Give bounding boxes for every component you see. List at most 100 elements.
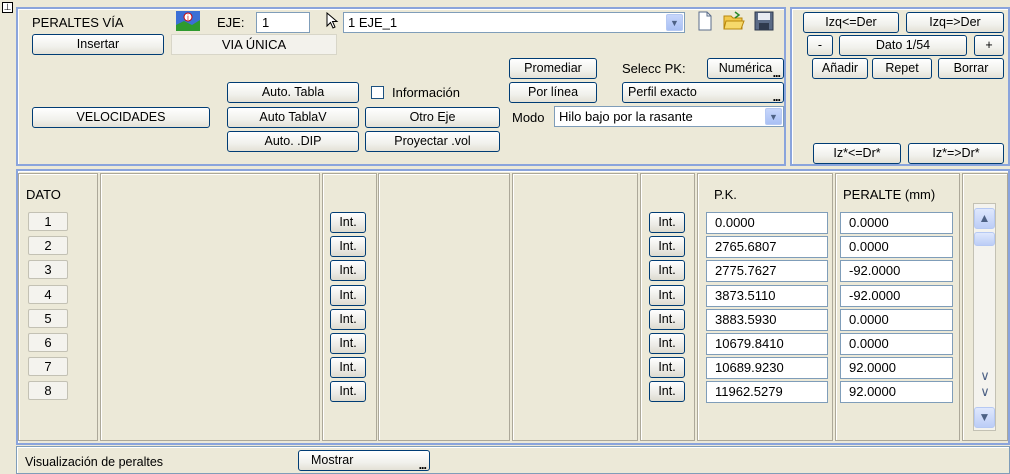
int-button[interactable]: Int. bbox=[649, 381, 685, 402]
scroll-down-button[interactable]: ▼ bbox=[974, 407, 995, 428]
peralte-cell[interactable]: 92.0000 bbox=[840, 357, 953, 379]
eje-select[interactable]: 1 EJE_1 ▼ bbox=[343, 12, 685, 33]
int-button[interactable]: Int. bbox=[330, 357, 366, 378]
pk-header: P.K. bbox=[714, 187, 737, 202]
scroll-up-button[interactable]: ▲ bbox=[974, 208, 995, 229]
peralte-cell[interactable]: 92.0000 bbox=[840, 381, 953, 403]
minus-button[interactable]: - bbox=[807, 35, 833, 56]
otro-eje-button[interactable]: Otro Eje bbox=[365, 107, 500, 128]
int-button[interactable]: Int. bbox=[330, 381, 366, 402]
row-number: 4 bbox=[28, 285, 68, 304]
repet-button[interactable]: Repet bbox=[872, 58, 932, 79]
pk-cell[interactable]: 2765.6807 bbox=[706, 236, 828, 258]
pk-cell[interactable]: 10689.9230 bbox=[706, 357, 828, 379]
iz-dr-left-button[interactable]: Iz*<=Dr* bbox=[813, 143, 901, 164]
open-folder-icon[interactable] bbox=[723, 11, 745, 31]
ellipsis-icon: ... bbox=[418, 458, 427, 471]
dato-counter-button[interactable]: Dato 1/54 bbox=[839, 35, 967, 56]
int-button[interactable]: Int. bbox=[649, 285, 685, 306]
pk-cell[interactable]: 3883.5930 bbox=[706, 309, 828, 331]
dato-header: DATO bbox=[26, 187, 61, 202]
cursor-arrow-icon bbox=[326, 11, 340, 30]
pk-cell[interactable]: 10679.8410 bbox=[706, 333, 828, 355]
int-button[interactable]: Int. bbox=[330, 236, 366, 257]
row-number: 3 bbox=[28, 260, 68, 279]
numerica-button[interactable]: Numérica ... bbox=[707, 58, 784, 79]
int-button[interactable]: Int. bbox=[330, 309, 366, 330]
int-button[interactable]: Int. bbox=[649, 212, 685, 233]
svg-text:i: i bbox=[187, 14, 189, 22]
iz-dr-right-button[interactable]: Iz*=>Dr* bbox=[908, 143, 1004, 164]
int-button[interactable]: Int. bbox=[649, 236, 685, 257]
peralte-cell[interactable]: 0.0000 bbox=[840, 333, 953, 355]
perfil-exacto-label: Perfil exacto bbox=[628, 85, 697, 99]
int-button[interactable]: Int. bbox=[649, 260, 685, 281]
page-title: PERALTES VÍA bbox=[32, 15, 124, 30]
eje-number-input[interactable]: 1 bbox=[256, 12, 310, 33]
int-button[interactable]: Int. bbox=[330, 260, 366, 281]
int-button[interactable]: Int. bbox=[330, 333, 366, 354]
perfil-exacto-button[interactable]: Perfil exacto ... bbox=[622, 82, 784, 103]
proyectar-vol-button[interactable]: Proyectar .vol bbox=[365, 131, 500, 152]
pk-cell[interactable]: 0.0000 bbox=[706, 212, 828, 234]
scroll-page-down-icon[interactable]: ∨ ∨ bbox=[977, 368, 993, 400]
plus-button[interactable]: + bbox=[974, 35, 1004, 56]
int-button[interactable]: Int. bbox=[649, 309, 685, 330]
int-button[interactable]: Int. bbox=[649, 357, 685, 378]
row-number: 5 bbox=[28, 309, 68, 328]
via-unica-label: VIA ÚNICA bbox=[221, 37, 287, 52]
save-disk-icon[interactable] bbox=[754, 11, 774, 31]
peralte-cell[interactable]: 0.0000 bbox=[840, 236, 953, 258]
borrar-button[interactable]: Borrar bbox=[938, 58, 1004, 79]
axis-graphic-icon[interactable]: i bbox=[176, 11, 200, 31]
int-button[interactable]: Int. bbox=[330, 285, 366, 306]
pk-cell[interactable]: 11962.5279 bbox=[706, 381, 828, 403]
auto-dip-button[interactable]: Auto. .DIP bbox=[227, 131, 359, 152]
pk-cell[interactable]: 2775.7627 bbox=[706, 260, 828, 282]
velocidades-button[interactable]: VELOCIDADES bbox=[32, 107, 210, 128]
insertar-button[interactable]: Insertar bbox=[32, 34, 164, 55]
footer-label: Visualización de peraltes bbox=[25, 455, 164, 469]
auto-tablav-button[interactable]: Auto TablaV bbox=[227, 107, 359, 128]
ellipsis-icon: ... bbox=[772, 66, 781, 79]
int-button[interactable]: Int. bbox=[649, 333, 685, 354]
peralte-header: PERALTE (mm) bbox=[843, 187, 936, 202]
row-number: 6 bbox=[28, 333, 68, 352]
row-number: 2 bbox=[28, 236, 68, 255]
mostrar-button[interactable]: Mostrar ... bbox=[298, 450, 430, 471]
anadir-button[interactable]: Añadir bbox=[812, 58, 868, 79]
eje-select-value: 1 EJE_1 bbox=[348, 15, 398, 30]
modo-select[interactable]: Hilo bajo por la rasante ▼ bbox=[554, 106, 784, 127]
int-button[interactable]: Int. bbox=[330, 212, 366, 233]
auto-tabla-button[interactable]: Auto. Tabla bbox=[227, 82, 359, 103]
scrollbar-thumb[interactable] bbox=[974, 232, 995, 246]
modo-label: Modo bbox=[512, 110, 545, 125]
selecc-pk-label: Selecc PK: bbox=[622, 61, 686, 76]
peralte-cell[interactable]: 0.0000 bbox=[840, 309, 953, 331]
por-linea-button[interactable]: Por línea bbox=[509, 82, 597, 103]
modo-select-value: Hilo bajo por la rasante bbox=[559, 109, 693, 124]
col-blank-2 bbox=[378, 173, 510, 441]
col-blank-1 bbox=[100, 173, 320, 441]
chevron-down-icon[interactable]: ▼ bbox=[765, 108, 782, 125]
chevron-down-icon[interactable]: ▼ bbox=[666, 14, 683, 31]
mostrar-label: Mostrar bbox=[311, 453, 354, 467]
row-number: 1 bbox=[28, 212, 68, 231]
izq-der-left-button[interactable]: Izq<=Der bbox=[803, 12, 899, 33]
ellipsis-icon: ... bbox=[772, 90, 781, 103]
promediar-button[interactable]: Promediar bbox=[509, 58, 597, 79]
peralte-cell[interactable]: 0.0000 bbox=[840, 212, 953, 234]
col-blank-3 bbox=[512, 173, 638, 441]
pin-icon[interactable]: ⊥ bbox=[2, 2, 13, 13]
new-file-icon[interactable] bbox=[696, 11, 714, 31]
informacion-label: Información bbox=[392, 85, 460, 100]
numerica-label: Numérica bbox=[718, 61, 773, 75]
peralte-cell[interactable]: -92.0000 bbox=[840, 285, 953, 307]
informacion-checkbox[interactable] bbox=[371, 86, 384, 99]
izq-der-right-button[interactable]: Izq=>Der bbox=[906, 12, 1004, 33]
pk-cell[interactable]: 3873.5110 bbox=[706, 285, 828, 307]
peralte-cell[interactable]: -92.0000 bbox=[840, 260, 953, 282]
via-label-box: VIA ÚNICA bbox=[171, 34, 337, 55]
row-number: 8 bbox=[28, 381, 68, 400]
row-number: 7 bbox=[28, 357, 68, 376]
